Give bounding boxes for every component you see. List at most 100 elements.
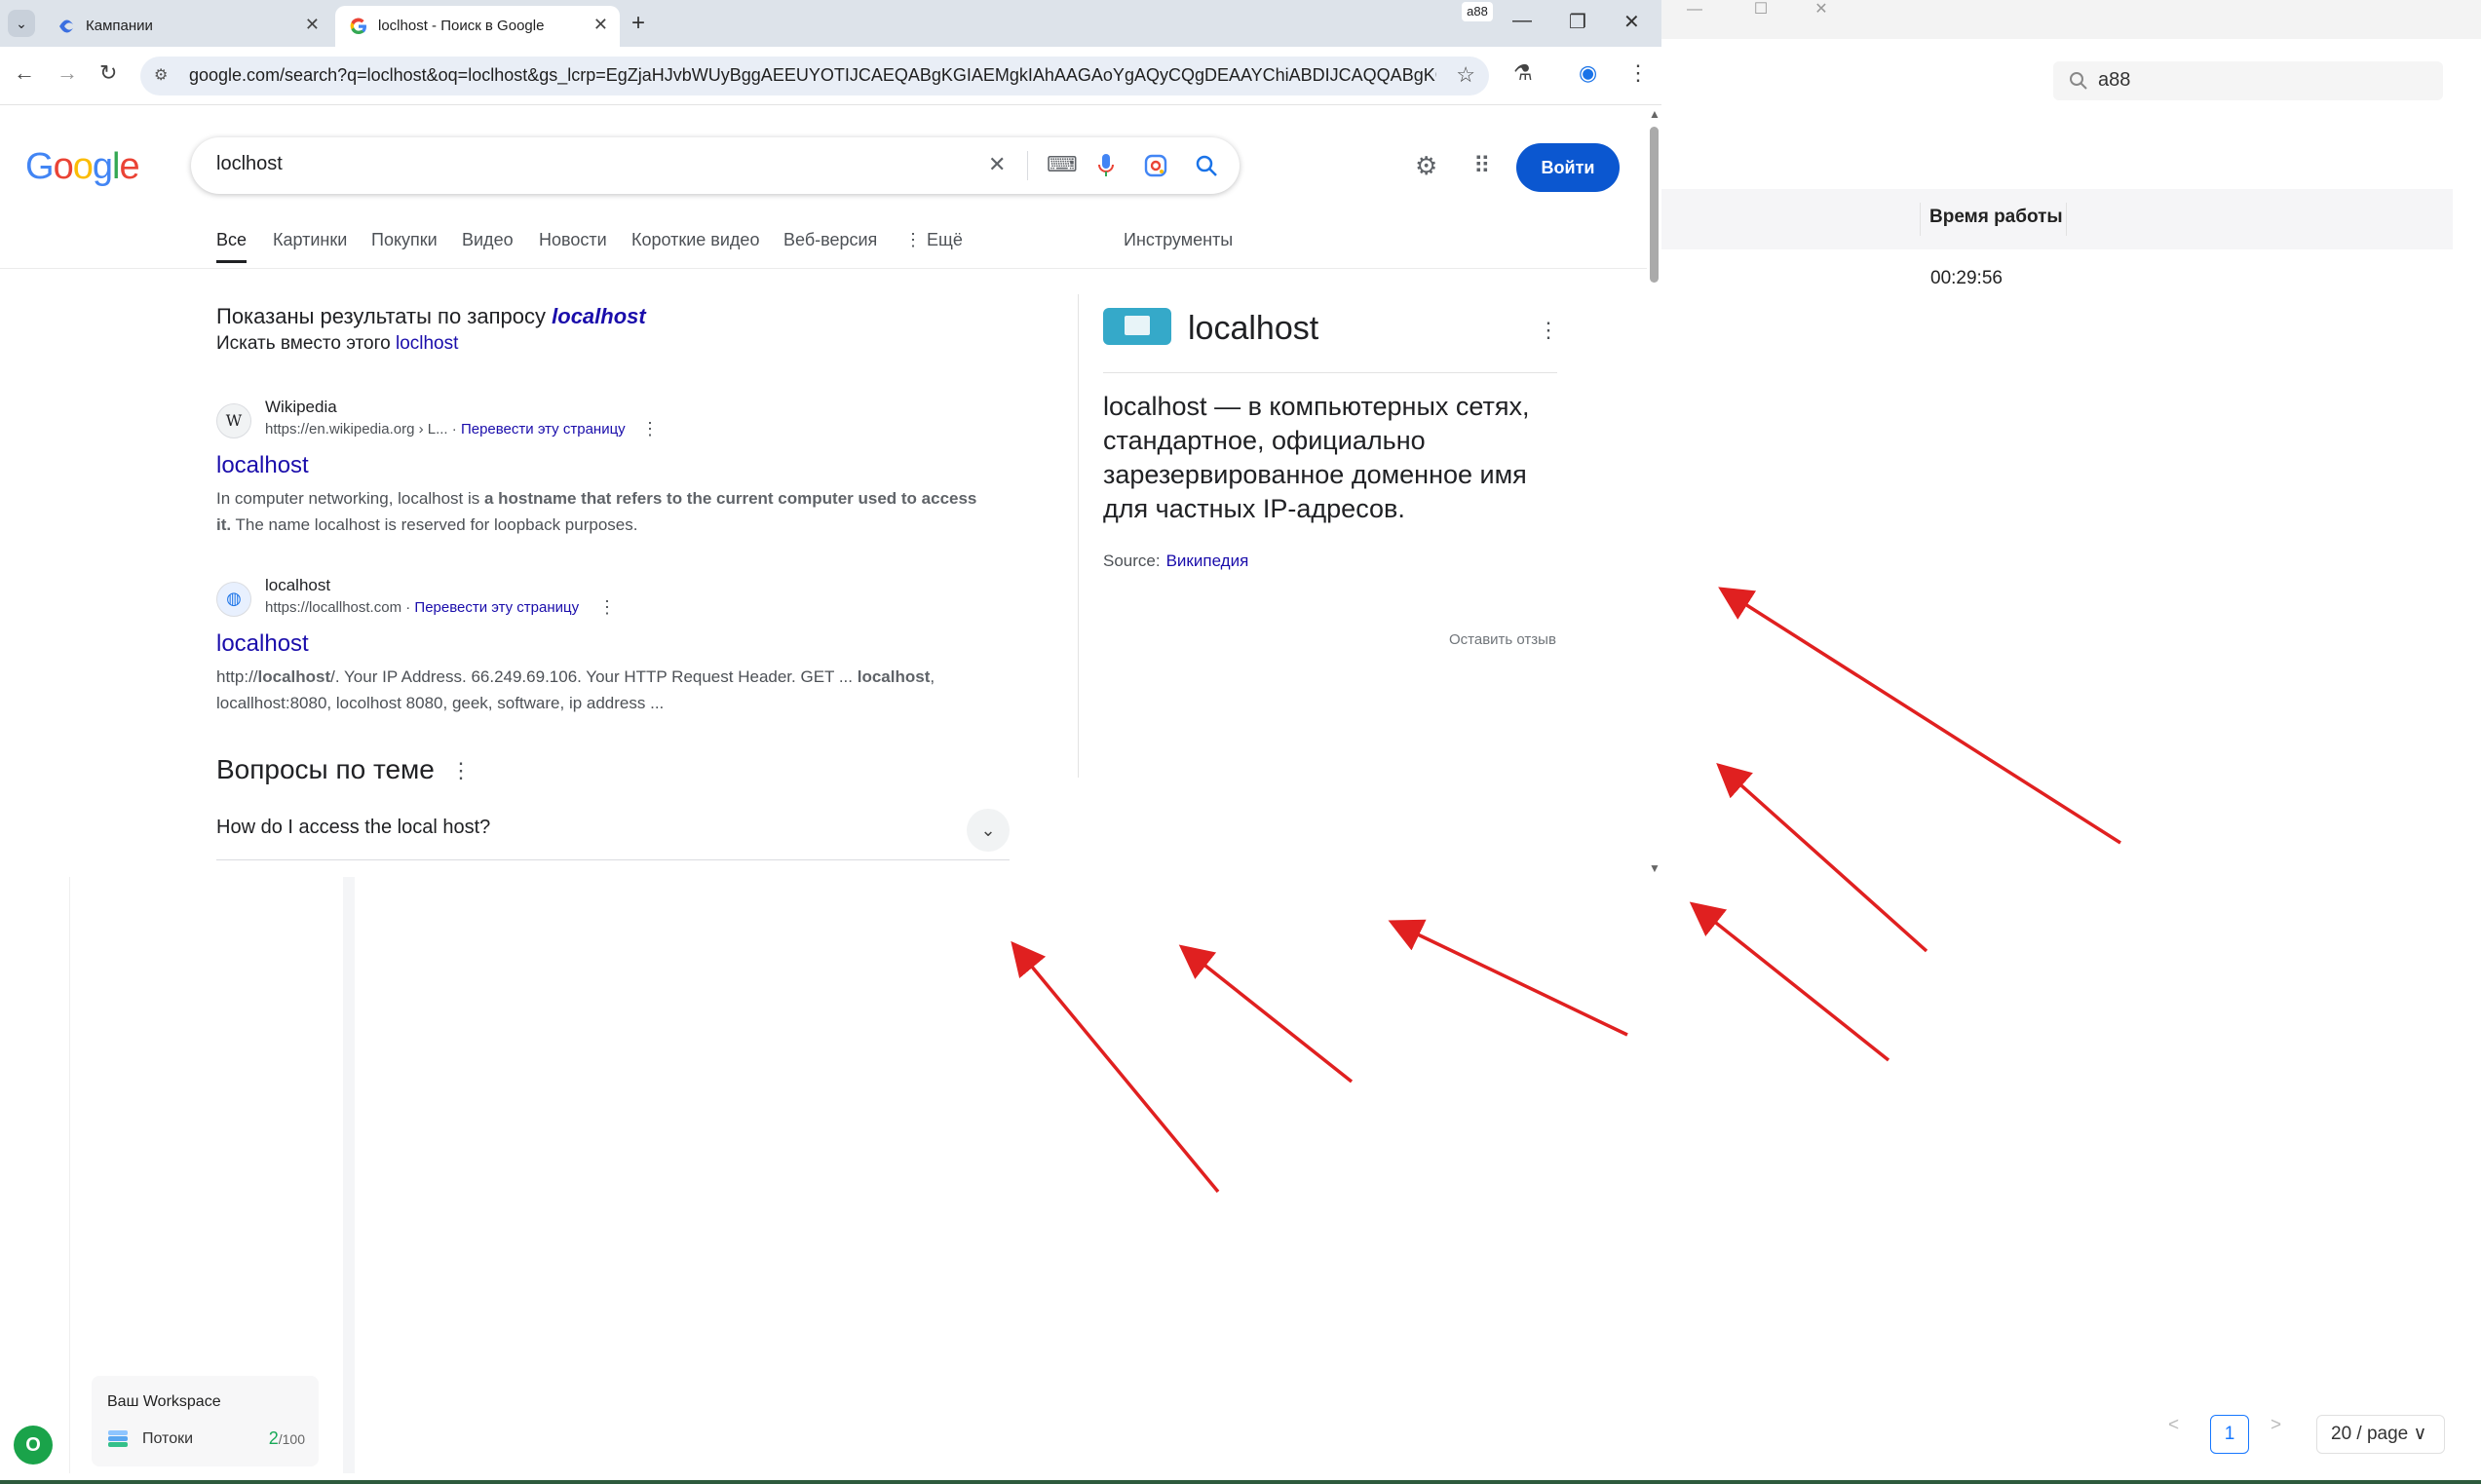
stack-icon xyxy=(108,1430,128,1447)
close-icon[interactable]: ✕ xyxy=(1790,0,1852,19)
divider xyxy=(1103,372,1557,373)
restore-icon[interactable]: ❐ xyxy=(1569,10,1586,34)
knowledge-panel-title: localhost xyxy=(1188,310,1319,347)
tabs-divider xyxy=(0,268,1647,269)
tab-search-button[interactable]: ⌄ xyxy=(8,10,35,37)
corrected-query-link[interactable]: localhost xyxy=(552,304,646,328)
knowledge-panel-source: Source: Википедия xyxy=(1103,552,1249,570)
result-title-link[interactable]: localhost xyxy=(216,452,309,479)
tools-button[interactable]: Инструменты xyxy=(1124,230,1233,250)
sign-in-button[interactable]: Войти xyxy=(1516,143,1620,192)
flows-limit: /100 xyxy=(278,1431,305,1447)
close-icon[interactable]: ✕ xyxy=(1623,10,1640,34)
page-scrollbar[interactable]: ▲ ▼ xyxy=(1647,105,1661,877)
app-favicon-icon xyxy=(59,19,73,33)
table-header: Время работы xyxy=(1661,189,2453,249)
avatar[interactable]: O xyxy=(14,1426,53,1465)
minimize-icon[interactable]: — xyxy=(1512,10,1532,32)
tab-short-videos[interactable]: Короткие видео xyxy=(631,230,759,250)
paa-menu-icon[interactable]: ⋮ xyxy=(450,758,472,783)
tab-images[interactable]: Картинки xyxy=(273,230,347,250)
chrome-window: ⌄ Кампании ✕ loclhost - Поиск в Google ✕… xyxy=(0,0,1661,877)
page-size-select[interactable]: 20 / page ∨ xyxy=(2316,1415,2445,1454)
new-tab-icon[interactable]: + xyxy=(631,10,645,37)
minimize-icon[interactable]: — xyxy=(1663,0,1726,19)
translate-link[interactable]: Перевести эту страницу xyxy=(414,599,579,616)
result-site-name[interactable]: localhost xyxy=(265,576,330,595)
search-result: ◍ localhost https://locallhost.com · Пер… xyxy=(216,576,1011,742)
scroll-down-icon[interactable]: ▼ xyxy=(1649,861,1660,875)
keyboard-icon[interactable]: ⌨ xyxy=(1047,152,1078,177)
address-bar[interactable]: ⚙ google.com/search?q=loclhost&oq=loclho… xyxy=(140,57,1489,95)
close-tab-icon[interactable]: ✕ xyxy=(305,15,320,35)
search-icon[interactable] xyxy=(1195,154,1218,177)
result-cite: https://locallhost.com · Перевести эту с… xyxy=(265,599,580,616)
pagination-prev-button[interactable]: < xyxy=(2168,1415,2179,1454)
spelling-correction: Показаны результаты по запросу localhost… xyxy=(216,304,646,355)
icon-rail xyxy=(0,877,70,1473)
tab-title: loclhost - Поиск в Google xyxy=(378,18,545,34)
tab-shopping[interactable]: Покупки xyxy=(371,230,438,250)
reload-icon[interactable]: ↻ xyxy=(99,60,117,86)
search-value: a88 xyxy=(2098,69,2131,91)
google-logo[interactable]: Google xyxy=(25,146,140,188)
google-lens-icon[interactable] xyxy=(1144,154,1167,177)
browser-toolbar: ← → ↻ ⚙ google.com/search?q=loclhost&oq=… xyxy=(0,47,1661,105)
result-menu-icon[interactable]: ⋮ xyxy=(641,419,659,439)
menu-kebab-icon[interactable]: ⋮ xyxy=(1627,60,1649,86)
pagination-next-button[interactable]: > xyxy=(2271,1415,2281,1454)
bookmark-star-icon[interactable]: ☆ xyxy=(1456,62,1475,88)
forward-icon[interactable]: → xyxy=(57,60,78,86)
source-link[interactable]: Википедия xyxy=(1166,552,1249,570)
column-divider xyxy=(1920,203,1921,236)
original-query-link[interactable]: loclhost xyxy=(396,333,458,354)
wikipedia-favicon-icon: W xyxy=(216,403,251,438)
result-cite: https://en.wikipedia.org › L... · Переве… xyxy=(265,421,626,438)
tab-all[interactable]: Все xyxy=(216,230,248,263)
clear-icon[interactable]: ✕ xyxy=(988,152,1006,177)
knowledge-panel-thumbnail[interactable] xyxy=(1103,308,1171,345)
knowledge-panel-menu-icon[interactable]: ⋮ xyxy=(1538,318,1559,343)
tab-news[interactable]: Новости xyxy=(539,230,607,250)
tab-campaigns[interactable]: Кампании ✕ xyxy=(43,6,331,47)
background-titlebar: — ☐ ✕ xyxy=(1661,0,2481,39)
search-instead: Искать вместо этого loclhost xyxy=(216,333,459,354)
settings-gear-icon[interactable]: ⚙ xyxy=(1415,151,1437,181)
profile-badge: a88 xyxy=(1462,2,1493,21)
knowledge-panel-description: localhost — в компьютерных сетях, станда… xyxy=(1103,392,1530,523)
chevron-down-icon[interactable]: ⌄ xyxy=(967,809,1010,852)
microphone-icon[interactable] xyxy=(1097,153,1115,178)
feedback-link[interactable]: Оставить отзыв xyxy=(1449,631,1556,648)
labs-flask-icon[interactable]: ⚗ xyxy=(1513,60,1533,86)
result-title-link[interactable]: localhost xyxy=(216,630,309,658)
globe-favicon-icon: ◍ xyxy=(216,582,251,617)
knowledge-panel-divider xyxy=(1078,294,1079,778)
profile-icon[interactable]: ◉ xyxy=(1579,60,1597,86)
workspace-card[interactable]: Ваш Workspace Потоки 2/100 xyxy=(92,1376,319,1466)
pagination-page-1[interactable]: 1 xyxy=(2210,1415,2249,1454)
tab-google-search[interactable]: loclhost - Поиск в Google ✕ xyxy=(335,6,620,47)
back-icon[interactable]: ← xyxy=(14,60,35,86)
translate-link[interactable]: Перевести эту страницу xyxy=(461,421,626,438)
flows-label: Потоки xyxy=(142,1430,194,1447)
result-site-name[interactable]: Wikipedia xyxy=(265,398,337,417)
flows-count-value: 2 xyxy=(268,1428,279,1448)
google-search-box[interactable]: loclhost ✕ ⌨ xyxy=(191,137,1240,194)
scrollbar-thumb[interactable] xyxy=(1650,127,1659,283)
tab-web[interactable]: Веб-версия xyxy=(783,230,877,250)
sidebar-divider xyxy=(343,877,355,1473)
url-text: google.com/search?q=loclhost&oq=loclhost… xyxy=(189,65,1436,85)
people-also-ask-title: Вопросы по теме xyxy=(216,754,435,784)
result-snippet: http://localhost/. Your IP Address. 66.2… xyxy=(216,667,935,712)
tab-video[interactable]: Видео xyxy=(462,230,514,250)
paa-question[interactable]: How do I access the local host? xyxy=(216,817,490,839)
column-header-uptime[interactable]: Время работы xyxy=(1929,207,2063,228)
maximize-icon[interactable]: ☐ xyxy=(1730,0,1792,19)
tab-more[interactable]: ⋮ Ещё xyxy=(904,230,963,250)
result-menu-icon[interactable]: ⋮ xyxy=(598,597,616,618)
site-info-icon[interactable]: ⚙ xyxy=(154,65,168,85)
close-tab-icon[interactable]: ✕ xyxy=(593,15,608,35)
apps-grid-icon[interactable]: ⠿ xyxy=(1473,152,1491,180)
background-search-input[interactable]: a88 xyxy=(2053,61,2443,100)
scroll-up-icon[interactable]: ▲ xyxy=(1649,107,1660,121)
